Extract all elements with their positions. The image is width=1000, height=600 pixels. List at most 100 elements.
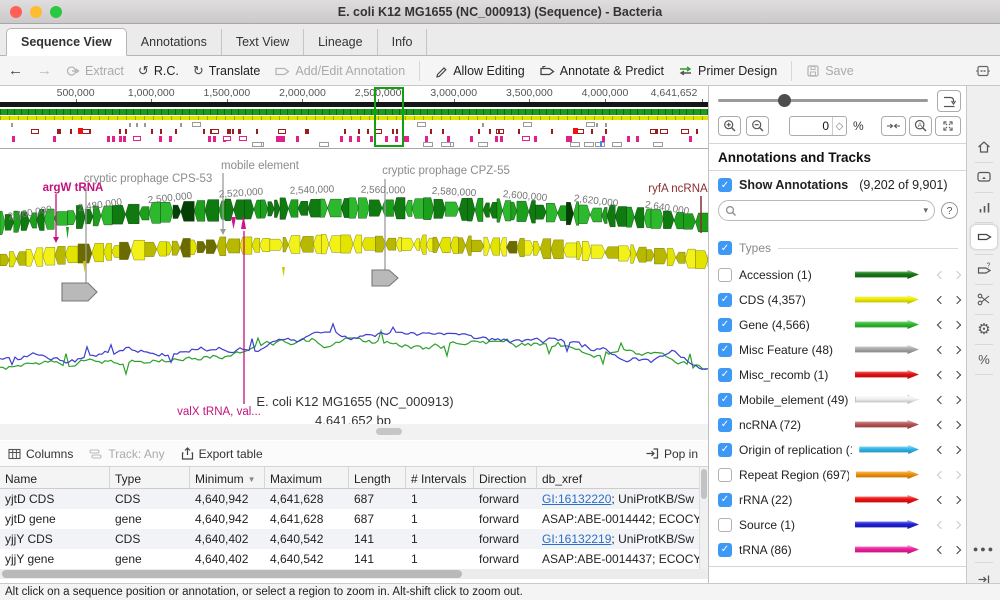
annotations-tracks-tab-button[interactable] xyxy=(970,224,998,250)
extract-button[interactable]: Extract xyxy=(66,64,124,78)
save-button[interactable]: Save xyxy=(806,64,854,78)
type-checkbox-repeat-region[interactable] xyxy=(718,468,732,482)
next-annotation-button[interactable] xyxy=(953,270,961,278)
reverse-complement-button[interactable]: ↺ R.C. xyxy=(138,63,179,79)
type-checkbox-source[interactable] xyxy=(718,518,732,532)
next-annotation-button[interactable] xyxy=(953,470,961,478)
type-checkbox-accession[interactable] xyxy=(718,268,732,282)
sequence-main-view[interactable]: E. coli K12 MG1655 (NC_000913) 4,641,652… xyxy=(0,149,708,441)
export-table-button[interactable]: Export table xyxy=(181,447,263,461)
previous-annotation-button[interactable] xyxy=(937,295,945,303)
type-checkbox-rrna[interactable]: ✓ xyxy=(718,493,732,507)
previous-annotation-button[interactable] xyxy=(937,445,945,453)
annotation-label[interactable]: cryptic prophage CPZ-55 xyxy=(382,165,510,177)
types-checkbox[interactable]: ✓ xyxy=(718,241,732,255)
next-annotation-button[interactable] xyxy=(953,345,961,353)
previous-annotation-button[interactable] xyxy=(937,370,945,378)
sequence-horizontal-scrollbar[interactable] xyxy=(0,424,708,440)
next-annotation-button[interactable] xyxy=(953,295,961,303)
table-row[interactable]: yjjY CDSCDS4,640,4024,640,5421411forward… xyxy=(0,529,708,549)
previous-annotation-button[interactable] xyxy=(937,520,945,528)
overview-selection-box[interactable] xyxy=(374,87,404,147)
type-checkbox-cds[interactable]: ✓ xyxy=(718,293,732,307)
column-header--intervals[interactable]: # Intervals xyxy=(406,467,474,488)
annotation-search-input[interactable]: ▾ xyxy=(718,200,935,221)
tab-sequence-view[interactable]: Sequence View xyxy=(6,28,127,56)
type-checkbox-trna[interactable]: ✓ xyxy=(718,543,732,557)
columns-button[interactable]: Columns xyxy=(8,447,73,461)
annotate-predict-tab-button[interactable]: ? xyxy=(970,256,998,282)
type-checkbox-origin-of-replication[interactable]: ✓ xyxy=(718,443,732,457)
show-annotations-checkbox[interactable]: ✓ xyxy=(718,178,732,192)
minimize-window-button[interactable] xyxy=(30,6,42,18)
scrollbar-handle[interactable] xyxy=(2,570,462,578)
fit-to-width-button[interactable] xyxy=(881,116,906,136)
next-annotation-button[interactable] xyxy=(953,445,961,453)
previous-annotation-button[interactable] xyxy=(937,545,945,553)
add-edit-annotation-button[interactable]: Add/Edit Annotation xyxy=(274,64,405,78)
next-annotation-button[interactable] xyxy=(953,545,961,553)
column-header-direction[interactable]: Direction xyxy=(474,467,537,488)
db-xref-link[interactable]: GI:16132220 xyxy=(542,492,611,506)
help-button[interactable]: ? xyxy=(941,202,958,219)
next-annotation-button[interactable] xyxy=(953,420,961,428)
pop-in-button[interactable]: Pop in xyxy=(645,447,698,461)
tab-annotations[interactable]: Annotations xyxy=(127,29,222,55)
column-header-minimum[interactable]: Minimum▼ xyxy=(190,467,265,488)
forward-button[interactable]: → xyxy=(37,62,52,79)
more-options-button[interactable]: ●●● xyxy=(970,536,998,562)
translate-button[interactable]: ↻ Translate xyxy=(193,63,261,79)
scrollbar-handle[interactable] xyxy=(701,469,707,499)
back-button[interactable]: ← xyxy=(8,62,23,79)
wrap-sequence-button[interactable] xyxy=(937,90,961,112)
type-checkbox-misc-feature[interactable]: ✓ xyxy=(718,343,732,357)
restriction-sites-button[interactable] xyxy=(970,286,998,312)
previous-annotation-button[interactable] xyxy=(937,320,945,328)
zoom-percent-input[interactable]: 0 ◇ xyxy=(789,116,847,136)
tab-lineage[interactable]: Lineage xyxy=(304,29,378,55)
scrollbar-handle[interactable] xyxy=(376,428,402,435)
annotation-label[interactable]: cryptic prophage CPS-53 xyxy=(84,173,212,185)
annotation-label[interactable]: ryfA ncRNA xyxy=(648,183,707,195)
close-window-button[interactable] xyxy=(10,6,22,18)
zoom-out-button[interactable] xyxy=(746,116,769,136)
table-row[interactable]: yjjY genegene4,640,4024,640,5421411forwa… xyxy=(0,549,708,569)
annotation-label[interactable]: valX tRNA, val... xyxy=(177,406,261,418)
graphs-options-button[interactable] xyxy=(970,194,998,220)
type-checkbox-gene[interactable]: ✓ xyxy=(718,318,732,332)
next-annotation-button[interactable] xyxy=(953,395,961,403)
annotate-predict-button[interactable]: Annotate & Predict xyxy=(539,64,664,78)
previous-annotation-button[interactable] xyxy=(937,470,945,478)
column-header-length[interactable]: Length xyxy=(349,467,406,488)
table-vertical-scrollbar[interactable] xyxy=(699,467,708,569)
next-annotation-button[interactable] xyxy=(953,320,961,328)
zoom-in-button[interactable] xyxy=(718,116,741,136)
primer-design-button[interactable]: Primer Design xyxy=(678,64,777,78)
zoom-slider[interactable] xyxy=(718,99,928,102)
identity-graph-button[interactable]: % xyxy=(970,346,998,372)
allow-editing-button[interactable]: Allow Editing xyxy=(434,64,525,78)
general-options-button[interactable] xyxy=(970,134,998,160)
toolbar-options-button[interactable] xyxy=(974,64,992,78)
previous-annotation-button[interactable] xyxy=(937,345,945,353)
previous-annotation-button[interactable] xyxy=(937,420,945,428)
genome-overview-panel[interactable]: 500,0001,000,0001,500,0002,000,0002,500,… xyxy=(0,86,708,149)
previous-annotation-button[interactable] xyxy=(937,270,945,278)
zoom-to-selection-button[interactable]: A xyxy=(909,116,932,136)
tab-info[interactable]: Info xyxy=(378,29,428,55)
column-header-db-xref[interactable]: db_xref xyxy=(537,467,708,488)
table-row[interactable]: yjtD CDSCDS4,640,9424,641,6286871forward… xyxy=(0,489,708,509)
next-annotation-button[interactable] xyxy=(953,370,961,378)
column-header-name[interactable]: Name xyxy=(0,467,110,488)
column-header-type[interactable]: Type xyxy=(110,467,190,488)
display-options-button[interactable] xyxy=(970,164,998,190)
zoom-window-button[interactable] xyxy=(50,6,62,18)
type-checkbox-misc-recomb[interactable]: ✓ xyxy=(718,368,732,382)
annotation-label[interactable]: mobile element xyxy=(221,160,299,172)
type-checkbox-ncrna[interactable]: ✓ xyxy=(718,418,732,432)
full-zoom-button[interactable] xyxy=(935,116,961,136)
previous-annotation-button[interactable] xyxy=(937,395,945,403)
advanced-settings-button[interactable]: ⚙ xyxy=(970,316,998,342)
column-header-maximum[interactable]: Maximum xyxy=(265,467,349,488)
search-options-chevron[interactable]: ▾ xyxy=(923,205,928,216)
